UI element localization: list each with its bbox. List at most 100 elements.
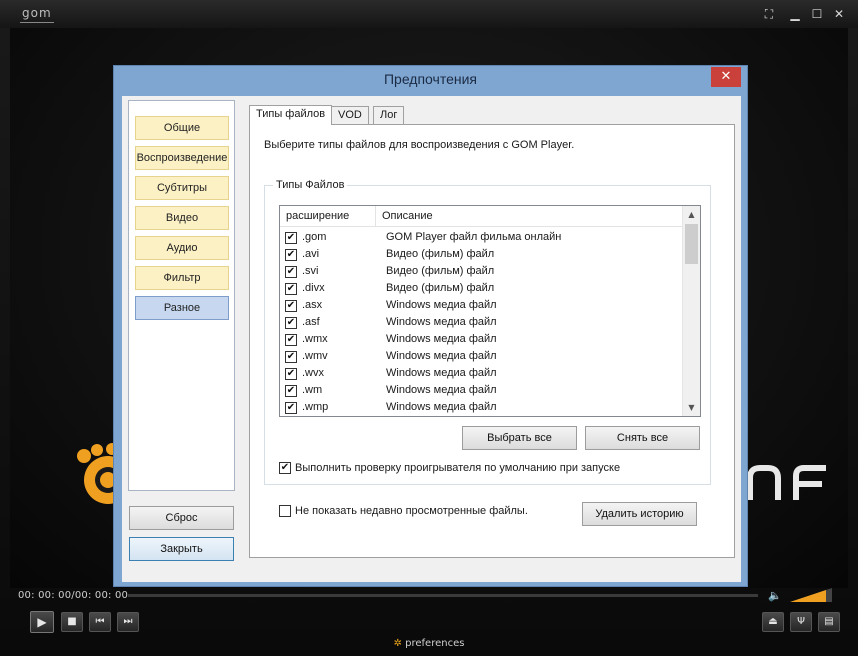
gom-bg-wordmark-icon — [747, 465, 826, 500]
row-checkbox[interactable]: ✔ — [285, 300, 297, 312]
intro-text: Выберите типы файлов для воспроизведения… — [264, 139, 575, 151]
next-icon: ⏭ — [123, 616, 133, 627]
list-item[interactable]: ✔ .wmv Windows медиа файл — [280, 349, 682, 366]
hide-recent-label: Не показать недавно просмотренные файлы. — [295, 505, 528, 517]
gom-logo: GOM — [20, 6, 54, 23]
row-description: Windows медиа файл — [386, 401, 497, 413]
column-header-extension[interactable]: расширение — [280, 206, 376, 227]
preferences-status-label: preferences — [405, 638, 465, 649]
next-button[interactable]: ⏭ — [117, 612, 139, 632]
close-button[interactable]: Закрыть — [129, 537, 234, 561]
row-extension: .avi — [302, 248, 320, 260]
check-mark-icon: ✔ — [280, 462, 290, 473]
dialog-close-button[interactable]: ✕ — [711, 67, 741, 87]
tab-file-types[interactable]: Типы файлов — [249, 105, 333, 125]
playlist-button[interactable]: ▤ — [818, 612, 840, 632]
list-item[interactable]: ✔ .wm Windows медиа файл — [280, 383, 682, 400]
equalizer-button[interactable]: Ψ — [790, 612, 812, 632]
tab-panel: Выберите типы файлов для воспроизведения… — [249, 124, 735, 558]
gom-dot-icon: ✲ — [393, 638, 406, 649]
list-item[interactable]: ✔ .svi Видео (фильм) файл — [280, 264, 682, 281]
row-description: GOM Player файл фильма онлайн — [386, 231, 562, 243]
category-nav: Общие Воспроизведение Субтитры Видео Ауд… — [128, 100, 235, 491]
deselect-all-button[interactable]: Снять все — [585, 426, 700, 450]
default-check-label: Выполнить проверку проигрывателя по умол… — [295, 462, 621, 474]
tab-vod[interactable]: VOD — [331, 106, 369, 124]
hide-recent-checkbox[interactable] — [279, 505, 291, 517]
row-description: Windows медиа файл — [386, 333, 497, 345]
eject-icon: ⏏ — [768, 616, 778, 627]
seek-bar[interactable] — [128, 594, 758, 597]
row-checkbox[interactable]: ✔ — [285, 266, 297, 278]
list-item[interactable]: ✔ .gom GOM Player файл фильма онлайн — [280, 230, 682, 247]
row-checkbox[interactable]: ✔ — [285, 232, 297, 244]
row-extension: .asf — [302, 316, 320, 328]
row-description: Windows медиа файл — [386, 350, 497, 362]
maximize-icon[interactable]: ☐ — [810, 7, 824, 21]
stop-icon: ■ — [67, 616, 77, 627]
row-extension: .wvx — [302, 367, 324, 379]
nav-item-general[interactable]: Общие — [135, 116, 229, 140]
nav-item-misc[interactable]: Разное — [135, 296, 229, 320]
prev-button[interactable]: ⏮ — [89, 612, 111, 632]
column-header-description[interactable]: Описание — [376, 206, 682, 227]
row-extension: .asx — [302, 299, 323, 311]
row-extension: .divx — [302, 282, 325, 294]
row-description: Видео (фильм) файл — [386, 265, 495, 277]
list-item[interactable]: ✔ .asx Windows медиа файл — [280, 298, 682, 315]
scroll-down-icon[interactable]: ▼ — [683, 399, 700, 416]
nav-item-filter[interactable]: Фильтр — [135, 266, 229, 290]
dialog-body: Общие Воспроизведение Субтитры Видео Ауд… — [122, 96, 741, 582]
row-checkbox[interactable]: ✔ — [285, 317, 297, 329]
default-check-checkbox[interactable]: ✔ — [279, 462, 291, 474]
scroll-up-icon[interactable]: ▲ — [683, 206, 700, 223]
play-icon: ▶ — [37, 615, 47, 629]
row-description: Видео (фильм) файл — [386, 282, 495, 294]
tab-log[interactable]: Лог — [373, 106, 405, 124]
equalizer-icon: Ψ — [797, 616, 805, 627]
row-description: Windows медиа файл — [386, 384, 497, 396]
row-checkbox[interactable]: ✔ — [285, 368, 297, 380]
playlist-icon: ▤ — [824, 616, 834, 627]
list-item[interactable]: ✔ .wvx Windows медиа файл — [280, 366, 682, 383]
close-icon: ✕ — [720, 69, 732, 84]
list-item[interactable]: ✔ .avi Видео (фильм) файл — [280, 247, 682, 264]
row-extension: .gom — [302, 231, 327, 243]
minimize-icon[interactable]: ▁ — [788, 7, 802, 21]
row-checkbox[interactable]: ✔ — [285, 402, 297, 414]
row-checkbox[interactable]: ✔ — [285, 283, 297, 295]
row-extension: .wmv — [302, 350, 328, 362]
row-extension: .wm — [302, 384, 323, 396]
row-checkbox[interactable]: ✔ — [285, 351, 297, 363]
scroll-thumb[interactable] — [685, 224, 698, 264]
dialog-title: Предпочтения — [383, 71, 478, 87]
fullscreen-icon[interactable]: ⛶ — [762, 7, 776, 21]
list-scrollbar[interactable]: ▲ ▼ — [682, 206, 700, 416]
nav-item-audio[interactable]: Аудио — [135, 236, 229, 260]
close-icon[interactable]: ✕ — [832, 7, 846, 21]
row-extension: .wmx — [302, 333, 328, 345]
volume-slider[interactable] — [790, 588, 832, 602]
delete-history-button[interactable]: Удалить историю — [582, 502, 697, 526]
list-item[interactable]: ✔ .divx Видео (фильм) файл — [280, 281, 682, 298]
list-item[interactable]: ✔ .asf Windows медиа файл — [280, 315, 682, 332]
row-checkbox[interactable]: ✔ — [285, 385, 297, 397]
eject-button[interactable]: ⏏ — [762, 612, 784, 632]
list-header: расширение Описание — [280, 206, 682, 227]
select-all-button[interactable]: Выбрать все — [462, 426, 577, 450]
stop-button[interactable]: ■ — [61, 612, 83, 632]
row-checkbox[interactable]: ✔ — [285, 334, 297, 346]
nav-item-video[interactable]: Видео — [135, 206, 229, 230]
row-description: Видео (фильм) файл — [386, 248, 495, 260]
file-types-list[interactable]: расширение Описание ✔ .gom GOM Player файл… — [279, 205, 701, 417]
volume-icon[interactable]: 🔈 — [768, 589, 782, 602]
row-checkbox[interactable]: ✔ — [285, 249, 297, 261]
play-button[interactable]: ▶ — [30, 611, 54, 633]
group-title: Типы Файлов — [273, 179, 348, 191]
nav-item-subtitles[interactable]: Субтитры — [135, 176, 229, 200]
nav-item-playback[interactable]: Воспроизведение — [135, 146, 229, 170]
list-item[interactable]: ✔ .wmx Windows медиа файл — [280, 332, 682, 349]
list-item[interactable]: ✔ .wmp Windows медиа файл — [280, 400, 682, 416]
reset-button[interactable]: Сброс — [129, 506, 234, 530]
player-titlebar: GOM ⛶ ▁ ☐ ✕ — [0, 0, 858, 28]
